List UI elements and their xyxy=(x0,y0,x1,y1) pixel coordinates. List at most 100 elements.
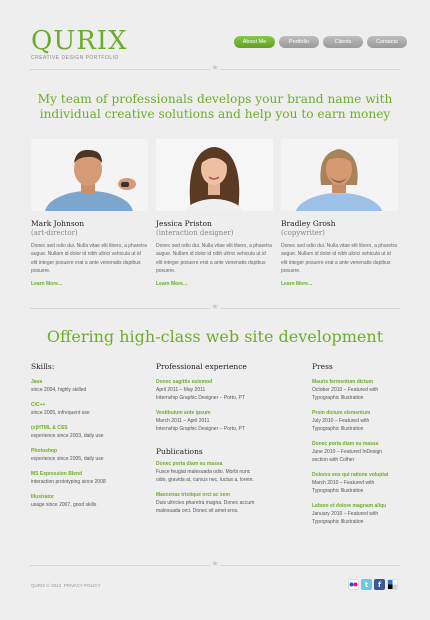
member-bio: Donec sed odio dui. Nulla vitae elit lib… xyxy=(31,243,147,274)
press-detail: January 2010 – Featured with xyxy=(312,511,379,517)
learn-more-link[interactable]: Learn More... xyxy=(31,281,148,287)
skill-title: Illustrator xyxy=(31,494,55,500)
skill-title: Photoshop xyxy=(31,448,58,454)
press-item: Mauris fermentum dictum October 2010 – F… xyxy=(312,379,402,402)
publication-text: malesuada orci. Donec sit amet eros. xyxy=(156,508,239,514)
twitter-icon[interactable]: t xyxy=(361,579,372,590)
experience-role: Internship Graphic Designer – Porto, PT xyxy=(156,426,245,432)
experience-column: Professional experience Donec sagittis e… xyxy=(156,362,296,515)
experience-title: Donec sagittis euismod xyxy=(156,379,213,385)
logo[interactable]: QURIX CREATIVE DESIGN PORTFOLIO xyxy=(31,28,128,61)
experience-item: Vestibulum ante ipsum March 2011 – April… xyxy=(156,410,296,433)
skill-detail: experience since 2003, daily use xyxy=(31,433,104,439)
nav-portfolio[interactable]: Portfolio xyxy=(279,36,319,48)
member-name: Jessica Priston xyxy=(156,219,212,228)
publications-heading: Publications xyxy=(156,447,203,456)
skill-detail: since 2004, highly skilled xyxy=(31,387,87,393)
skill-title: MS Expression Blend xyxy=(31,471,83,477)
main-nav: About Me Portfolio Clients Contacts xyxy=(234,36,407,48)
experience-item: Donec sagittis euismod April 2011 – May … xyxy=(156,379,296,402)
experience-heading: Professional experience xyxy=(156,362,247,371)
experience-role: Internship Graphic Designer – Porto, PT xyxy=(156,395,245,401)
info-columns: Skills: Java since 2004, highly skilled … xyxy=(31,362,401,552)
publication-text: odio, gravida at, cursus nec, luctus a, … xyxy=(156,477,254,483)
skill-item: Photoshop experience since 2005, daily u… xyxy=(31,448,141,463)
press-title: Labore et dolore magnam aliqu xyxy=(312,503,387,509)
member-bio: Donec sed odio dui. Nulla vitae elit lib… xyxy=(156,243,272,274)
experience-title: Vestibulum ante ipsum xyxy=(156,410,211,416)
publication-title: Donec porta diam eu massa xyxy=(156,461,223,467)
skill-item: (x)HTML & CSS experience since 2003, dai… xyxy=(31,425,141,440)
team-member: Mark Johnson (art-director) Donec sed od… xyxy=(31,139,148,287)
skill-title: (x)HTML & CSS xyxy=(31,425,68,431)
services-headline: Offering high-class web site development xyxy=(46,327,384,346)
experience-date: April 2011 – May 2011 xyxy=(156,387,206,393)
skill-item: Java since 2004, highly skilled xyxy=(31,379,141,394)
skill-detail: experience since 2005, daily use xyxy=(31,456,104,462)
nav-about-me[interactable]: About Me xyxy=(234,36,275,48)
press-detail: section with Colher xyxy=(312,457,355,463)
team-member: Bradley Grosh (copywriter) Donec sed odi… xyxy=(281,139,398,287)
delicious-icon[interactable] xyxy=(387,579,398,590)
skill-detail: usage since 2007, good skills xyxy=(31,502,97,508)
logo-tagline: CREATIVE DESIGN PORTFOLIO xyxy=(31,55,119,61)
learn-more-link[interactable]: Learn More... xyxy=(281,281,398,287)
logo-name: QURIX xyxy=(31,26,128,56)
skill-detail: since 2005, infrequent use xyxy=(31,410,90,416)
star-icon: ★ xyxy=(210,302,220,312)
skill-item: MS Expression Blend interaction prototyp… xyxy=(31,471,141,486)
intro-headline: My team of professionals develops your b… xyxy=(37,92,393,121)
press-item: Labore et dolore magnam aliqu January 20… xyxy=(312,503,402,526)
publication-text: Fusce feugiat malesuada odio. Morbi nunc xyxy=(156,469,251,475)
press-item: Proin dictum elementum July 2010 – Featu… xyxy=(312,410,402,433)
publication-item: Donec porta diam eu massa Fusce feugiat … xyxy=(156,461,296,484)
page: QURIX CREATIVE DESIGN PORTFOLIO About Me… xyxy=(0,0,430,620)
team-member: Jessica Priston (interaction designer) D… xyxy=(156,139,273,287)
member-name: Mark Johnson xyxy=(31,219,85,228)
member-role: (interaction designer) xyxy=(156,229,234,237)
member-photo xyxy=(31,139,148,211)
press-title: Donec porta diam eu massa xyxy=(312,441,379,447)
press-heading: Press xyxy=(312,362,333,371)
press-detail: Typographic Illustration xyxy=(312,426,364,432)
star-icon: ★ xyxy=(210,559,220,569)
press-item: Donec porta diam eu massa June 2010 – Fe… xyxy=(312,441,402,464)
skill-title: C/C++ xyxy=(31,402,46,408)
member-role: (copywriter) xyxy=(281,229,325,237)
press-detail: July 2010 – Featured with xyxy=(312,418,370,424)
skills-heading: Skills: xyxy=(31,362,55,371)
social-links: t f xyxy=(348,579,398,590)
press-item: Dolores eos qui ratione voluptat March 2… xyxy=(312,472,402,495)
press-detail: June 2010 – Featured InDesign xyxy=(312,449,383,455)
press-detail: March 2010 – Featured with xyxy=(312,480,375,486)
footer-copyright[interactable]: QURIX © 2012. PRIVACY POLICY xyxy=(31,583,101,588)
flickr-icon[interactable] xyxy=(348,579,359,590)
nav-contacts[interactable]: Contacts xyxy=(367,36,407,48)
skills-column: Skills: Java since 2004, highly skilled … xyxy=(31,362,141,509)
facebook-icon[interactable]: f xyxy=(374,579,385,590)
press-detail: October 2010 – Featured with xyxy=(312,387,379,393)
star-divider: ★ xyxy=(30,302,400,312)
skill-detail: interaction prototyping since 2008 xyxy=(31,479,106,485)
member-bio: Donec sed odio dui. Nulla vitae elit lib… xyxy=(281,243,397,274)
learn-more-link[interactable]: Learn More... xyxy=(156,281,273,287)
press-detail: Typographic Illustration xyxy=(312,488,364,494)
press-title: Dolores eos qui ratione voluptat xyxy=(312,472,389,478)
experience-date: March 2011 – April 2011 xyxy=(156,418,210,424)
member-name: Bradley Grosh xyxy=(281,219,336,228)
star-divider: ★ xyxy=(30,559,400,569)
team-section: Mark Johnson (art-director) Donec sed od… xyxy=(31,139,399,287)
skill-item: C/C++ since 2005, infrequent use xyxy=(31,402,141,417)
press-title: Mauris fermentum dictum xyxy=(312,379,374,385)
member-photo xyxy=(281,139,398,211)
press-column: Press Mauris fermentum dictum October 20… xyxy=(312,362,402,526)
nav-clients[interactable]: Clients xyxy=(323,36,363,48)
publication-text: Duis ultricies pharetra magna. Donec acc… xyxy=(156,500,255,506)
skill-title: Java xyxy=(31,379,43,385)
member-photo xyxy=(156,139,273,211)
member-role: (art-director) xyxy=(31,229,78,237)
press-detail: Typographic Illustration xyxy=(312,395,364,401)
publication-title: Maecenas tristique orci ac sem xyxy=(156,492,230,498)
press-detail: Typographic Illustration xyxy=(312,519,364,525)
press-title: Proin dictum elementum xyxy=(312,410,371,416)
